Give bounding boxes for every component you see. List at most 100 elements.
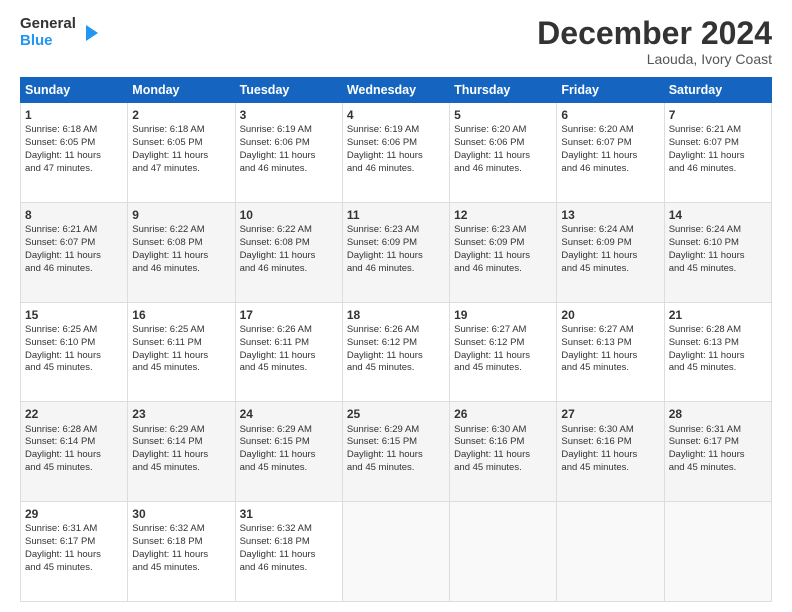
cell-info-line: Sunset: 6:12 PM (454, 337, 524, 348)
calendar-week-row: 29Sunrise: 6:31 AMSunset: 6:17 PMDayligh… (21, 502, 772, 602)
calendar-cell: 24Sunrise: 6:29 AMSunset: 6:15 PMDayligh… (235, 402, 342, 502)
cell-info-line: and 45 minutes. (561, 362, 629, 373)
cell-info-line: Sunset: 6:17 PM (25, 536, 95, 547)
cell-info-line: and 46 minutes. (240, 163, 308, 174)
cell-info-line: Sunset: 6:17 PM (669, 436, 739, 447)
cell-info-line: and 45 minutes. (454, 462, 522, 473)
cell-info-line: Sunset: 6:16 PM (561, 436, 631, 447)
col-header-tuesday: Tuesday (235, 78, 342, 103)
calendar-cell: 31Sunrise: 6:32 AMSunset: 6:18 PMDayligh… (235, 502, 342, 602)
logo-text: General Blue (20, 16, 76, 49)
cell-info-line: and 46 minutes. (669, 163, 737, 174)
cell-info-line: Daylight: 11 hours (669, 250, 745, 261)
day-number: 24 (240, 406, 338, 422)
day-number: 28 (669, 406, 767, 422)
cell-info-line: Sunrise: 6:20 AM (454, 124, 526, 135)
cell-info-line: Sunrise: 6:29 AM (347, 424, 419, 435)
cell-info-line: Daylight: 11 hours (347, 350, 423, 361)
cell-info-line: Sunrise: 6:24 AM (561, 224, 633, 235)
day-number: 30 (132, 506, 230, 522)
calendar-cell: 19Sunrise: 6:27 AMSunset: 6:12 PMDayligh… (450, 302, 557, 402)
cell-info-line: Sunset: 6:10 PM (669, 237, 739, 248)
day-number: 21 (669, 307, 767, 323)
cell-info-line: Daylight: 11 hours (132, 350, 208, 361)
day-number: 10 (240, 207, 338, 223)
col-header-monday: Monday (128, 78, 235, 103)
cell-info-line: Sunset: 6:07 PM (669, 137, 739, 148)
cell-info-line: Sunset: 6:09 PM (561, 237, 631, 248)
cell-info-line: Sunrise: 6:23 AM (454, 224, 526, 235)
day-number: 9 (132, 207, 230, 223)
cell-info-line: and 45 minutes. (25, 362, 93, 373)
cell-info-line: Daylight: 11 hours (240, 449, 316, 460)
cell-info-line: and 45 minutes. (240, 362, 308, 373)
cell-info-line: Daylight: 11 hours (132, 250, 208, 261)
calendar-cell: 8Sunrise: 6:21 AMSunset: 6:07 PMDaylight… (21, 202, 128, 302)
cell-info-line: and 46 minutes. (240, 562, 308, 573)
cell-info-line: Sunrise: 6:32 AM (240, 523, 312, 534)
cell-info-line: Sunset: 6:05 PM (25, 137, 95, 148)
cell-info-line: Daylight: 11 hours (561, 449, 637, 460)
cell-info-line: Sunrise: 6:22 AM (132, 224, 204, 235)
calendar-cell: 3Sunrise: 6:19 AMSunset: 6:06 PMDaylight… (235, 103, 342, 203)
day-number: 31 (240, 506, 338, 522)
cell-info-line: Sunrise: 6:23 AM (347, 224, 419, 235)
cell-info-line: and 46 minutes. (347, 163, 415, 174)
col-header-thursday: Thursday (450, 78, 557, 103)
cell-info-line: Sunset: 6:08 PM (240, 237, 310, 248)
logo-arrow-icon (80, 23, 100, 43)
cell-info-line: Sunrise: 6:27 AM (454, 324, 526, 335)
month-title: December 2024 (537, 16, 772, 51)
cell-info-line: Daylight: 11 hours (561, 250, 637, 261)
calendar-cell: 18Sunrise: 6:26 AMSunset: 6:12 PMDayligh… (342, 302, 449, 402)
cell-info-line: Daylight: 11 hours (240, 250, 316, 261)
cell-info-line: Daylight: 11 hours (132, 150, 208, 161)
cell-info-line: Sunset: 6:07 PM (25, 237, 95, 248)
cell-info-line: and 45 minutes. (132, 562, 200, 573)
cell-info-line: and 46 minutes. (240, 263, 308, 274)
cell-info-line: Sunset: 6:13 PM (561, 337, 631, 348)
day-number: 15 (25, 307, 123, 323)
cell-info-line: Daylight: 11 hours (561, 150, 637, 161)
cell-info-line: Sunrise: 6:26 AM (347, 324, 419, 335)
cell-info-line: Sunrise: 6:22 AM (240, 224, 312, 235)
calendar-cell: 2Sunrise: 6:18 AMSunset: 6:05 PMDaylight… (128, 103, 235, 203)
calendar-cell: 30Sunrise: 6:32 AMSunset: 6:18 PMDayligh… (128, 502, 235, 602)
calendar-cell: 15Sunrise: 6:25 AMSunset: 6:10 PMDayligh… (21, 302, 128, 402)
day-number: 19 (454, 307, 552, 323)
cell-info-line: and 45 minutes. (240, 462, 308, 473)
cell-info-line: and 45 minutes. (669, 263, 737, 274)
col-header-friday: Friday (557, 78, 664, 103)
cell-info-line: Sunrise: 6:21 AM (25, 224, 97, 235)
cell-info-line: and 45 minutes. (347, 462, 415, 473)
cell-info-line: Daylight: 11 hours (669, 449, 745, 460)
cell-info-line: Daylight: 11 hours (561, 350, 637, 361)
cell-info-line: Daylight: 11 hours (347, 449, 423, 460)
cell-info-line: Sunrise: 6:18 AM (25, 124, 97, 135)
cell-info-line: Sunset: 6:11 PM (132, 337, 202, 348)
cell-info-line: and 45 minutes. (669, 462, 737, 473)
page-header: General Blue December 2024 Laouda, Ivory… (20, 16, 772, 67)
calendar-cell: 22Sunrise: 6:28 AMSunset: 6:14 PMDayligh… (21, 402, 128, 502)
calendar-cell (664, 502, 771, 602)
calendar-cell: 21Sunrise: 6:28 AMSunset: 6:13 PMDayligh… (664, 302, 771, 402)
cell-info-line: Daylight: 11 hours (454, 250, 530, 261)
cell-info-line: Sunset: 6:10 PM (25, 337, 95, 348)
day-number: 1 (25, 107, 123, 123)
cell-info-line: Daylight: 11 hours (25, 250, 101, 261)
calendar-week-row: 1Sunrise: 6:18 AM Sunset: 6:05 PM Daylight… (21, 103, 772, 203)
day-number: 13 (561, 207, 659, 223)
cell-info-line: Sunrise: 6:27 AM (561, 324, 633, 335)
cell-info-line: Sunrise: 6:30 AM (561, 424, 633, 435)
calendar-cell (557, 502, 664, 602)
cell-info-line: Sunrise: 6:25 AM (132, 324, 204, 335)
cell-info-line: Sunset: 6:16 PM (454, 436, 524, 447)
cell-info-line: Sunset: 6:15 PM (240, 436, 310, 447)
day-number: 5 (454, 107, 552, 123)
calendar-header-row: SundayMondayTuesdayWednesdayThursdayFrid… (21, 78, 772, 103)
logo: General Blue (20, 16, 100, 49)
cell-info-line: Daylight: 11 hours (25, 150, 101, 161)
day-number: 20 (561, 307, 659, 323)
cell-info-line: and 46 minutes. (454, 163, 522, 174)
cell-info-line: Sunset: 6:15 PM (347, 436, 417, 447)
